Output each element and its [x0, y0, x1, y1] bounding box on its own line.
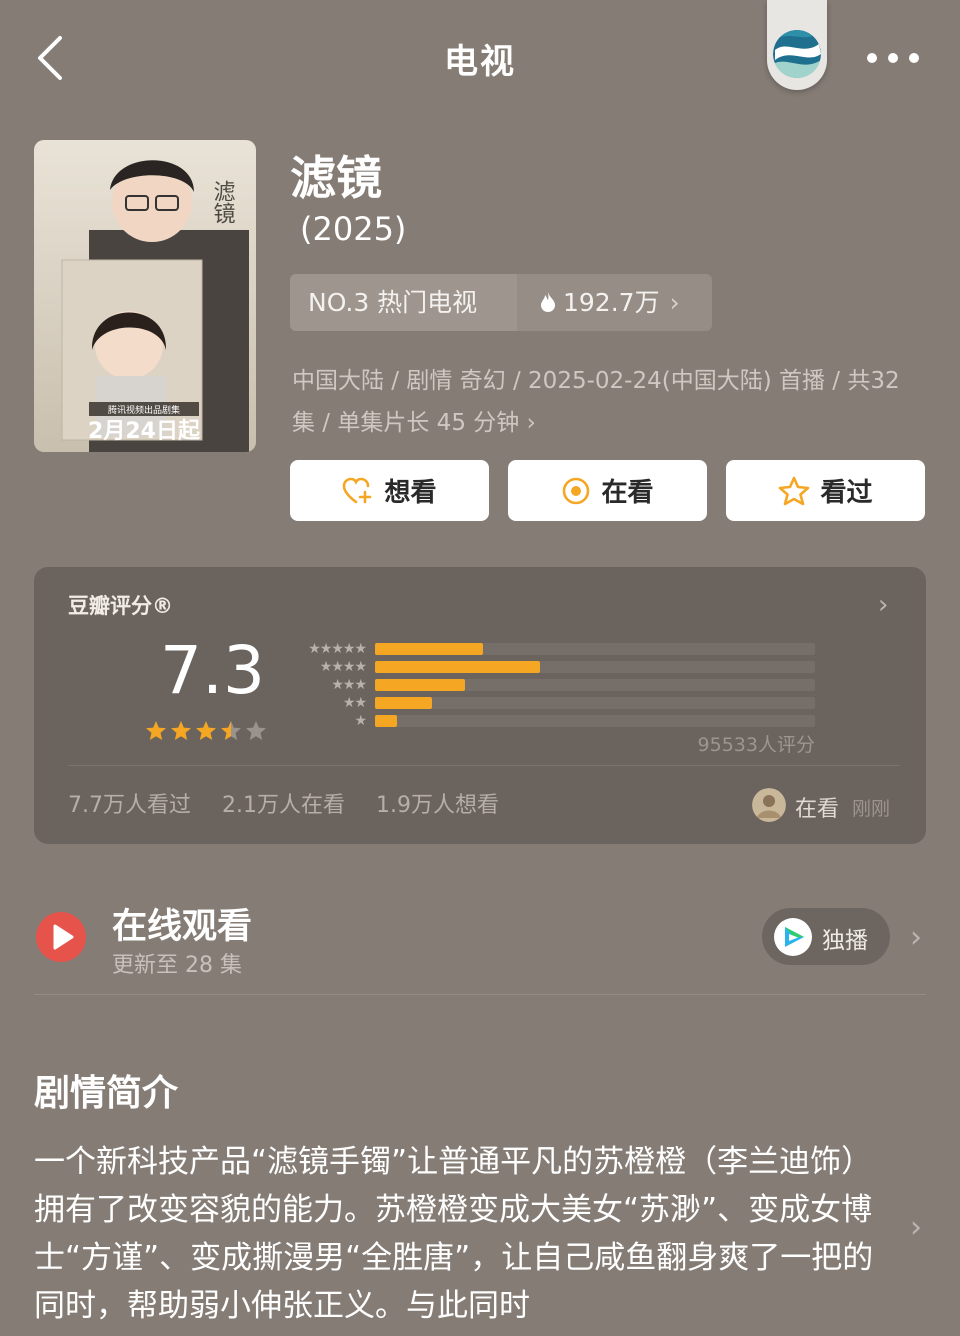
heart-plus-icon	[343, 477, 372, 503]
rating-bar	[375, 715, 397, 727]
watch-online-title[interactable]: 在线观看	[112, 898, 252, 949]
app-logo-tab[interactable]	[767, 0, 827, 90]
exclusive-badge[interactable]: 独播	[762, 908, 890, 965]
divider	[34, 994, 926, 995]
chevron-right-icon[interactable]: ›	[910, 920, 922, 955]
star-level-label: ★★★★	[319, 659, 367, 675]
rating-bar-track	[375, 697, 815, 709]
flame-icon	[541, 292, 555, 312]
rating-stars	[146, 721, 266, 740]
watched-button[interactable]: 看过	[726, 460, 925, 521]
star-level-label: ★	[354, 713, 367, 729]
show-year: (2025)	[300, 210, 407, 248]
want-label: 想看	[384, 478, 437, 508]
rating-bar	[375, 643, 483, 655]
rating-bar-track	[375, 679, 815, 691]
star-level-label: ★★	[342, 695, 367, 711]
rating-title: 豆瓣评分®	[68, 594, 173, 618]
app-logo-icon	[773, 30, 821, 78]
rating-bar-track	[375, 643, 815, 655]
star-icon	[171, 721, 191, 740]
want-to-watch-button[interactable]: 想看	[290, 460, 489, 521]
star-icon	[246, 721, 266, 740]
watched-count: 7.7万人看过	[68, 793, 191, 818]
watching-button[interactable]: 在看	[508, 460, 707, 521]
rank-label: NO.3 热门电视	[290, 274, 517, 331]
show-meta[interactable]: 中国大陆 / 剧情 奇幻 / 2025-02-24(中国大陆) 首播 / 共32…	[292, 360, 912, 444]
want-count: 1.9万人想看	[376, 793, 499, 818]
avatar[interactable]	[752, 788, 786, 822]
play-icon[interactable]	[36, 912, 86, 962]
raters-count: 95533人评分	[697, 734, 815, 756]
tencent-video-icon	[774, 918, 812, 956]
watched-label: 看过	[820, 478, 873, 508]
rating-bar	[375, 679, 466, 691]
poster-date-text: 2月24日起	[88, 419, 201, 444]
episode-update: 更新至 28 集	[112, 953, 242, 978]
poster-image[interactable]: 腾讯视频出品剧集 2月24日起 滤镜	[34, 140, 256, 452]
star-level-label: ★★★★★	[308, 641, 367, 657]
rating-bar	[375, 697, 433, 709]
poster-subtext: 腾讯视频出品剧集	[108, 404, 180, 416]
friend-status: 在看	[795, 797, 840, 822]
synopsis-text[interactable]: 一个新科技产品“滤镜手镯”让普通平凡的苏橙橙（李兰迪饰）拥有了改变容貌的能力。苏…	[34, 1138, 894, 1330]
exclusive-label: 独播	[822, 928, 868, 954]
rating-distribution	[375, 643, 815, 733]
target-icon	[563, 477, 590, 504]
watching-label: 在看	[601, 478, 654, 508]
star-icon	[221, 721, 241, 740]
star-level-label: ★★★	[331, 677, 367, 693]
chevron-right-icon: ›	[669, 288, 680, 317]
rating-bar-track	[375, 661, 815, 673]
heat-value: 192.7万	[563, 288, 660, 317]
divider	[68, 765, 900, 766]
friend-time: 刚刚	[852, 798, 891, 820]
rating-bar-track	[375, 715, 815, 727]
watching-count: 2.1万人在看	[222, 793, 345, 818]
show-title: 滤镜	[290, 151, 382, 205]
star-outline-icon	[779, 476, 810, 505]
rating-bar	[375, 661, 540, 673]
rating-score: 7.3	[160, 632, 265, 709]
chevron-right-icon[interactable]: ›	[910, 1210, 922, 1245]
heat-indicator: 192.7万 ›	[517, 274, 712, 331]
ranking-badge[interactable]: NO.3 热门电视 192.7万 ›	[290, 274, 712, 331]
chevron-right-icon[interactable]: ›	[878, 590, 888, 620]
star-icon	[146, 721, 166, 740]
chevron-right-icon: ›	[519, 410, 536, 436]
star-icon	[196, 721, 216, 740]
synopsis-title: 剧情简介	[34, 1073, 179, 1114]
poster-title-art: 滤镜	[210, 180, 236, 224]
more-options-icon[interactable]	[866, 52, 920, 64]
star-level-labels: ★★★★★ ★★★★ ★★★ ★★ ★	[284, 640, 367, 730]
meta-text: 中国大陆 / 剧情 奇幻 / 2025-02-24(中国大陆) 首播 / 共32…	[292, 368, 900, 436]
